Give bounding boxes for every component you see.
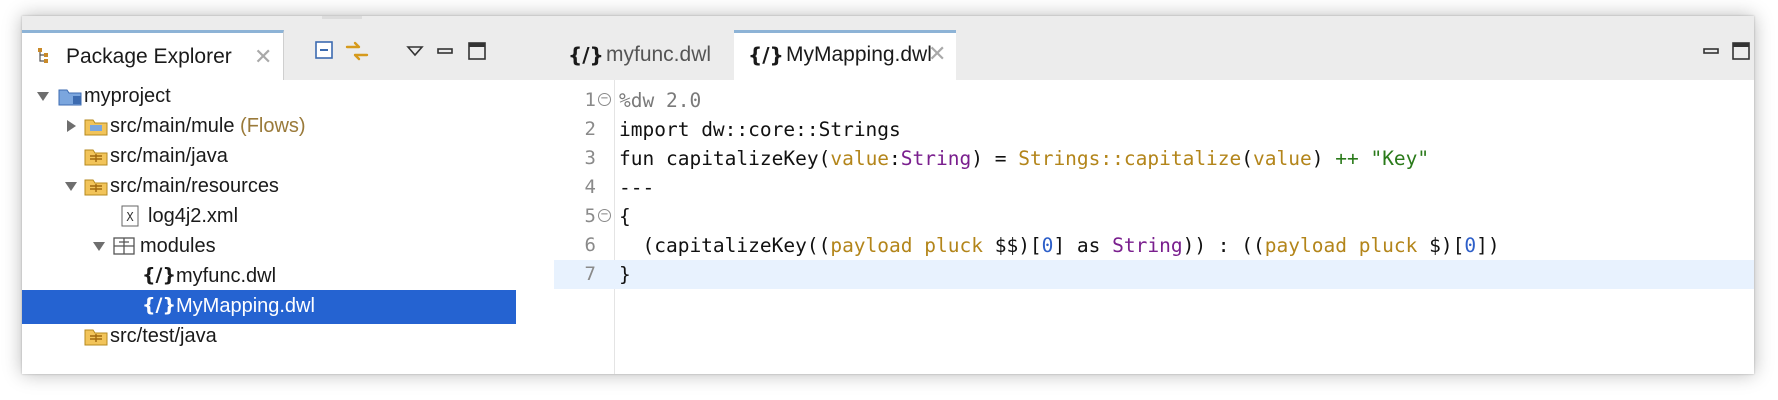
tree-item-myproject[interactable]: myproject bbox=[22, 80, 516, 114]
code-line[interactable]: 2 import dw::core::Strings bbox=[554, 115, 1754, 144]
dwl-file-icon: {/} bbox=[142, 264, 176, 286]
fold-collapse-icon[interactable]: − bbox=[598, 209, 611, 222]
close-icon[interactable]: ✕ bbox=[254, 44, 272, 70]
code-editor[interactable]: 1 − %dw 2.0 2 import dw::core::Strings 3… bbox=[554, 80, 1754, 374]
code-line-current[interactable]: 7 } bbox=[554, 260, 1754, 289]
line-number: 4 bbox=[584, 176, 596, 198]
code-line[interactable]: 4 --- bbox=[554, 173, 1754, 202]
fold-collapse-icon[interactable]: − bbox=[598, 93, 611, 106]
line-number: 6 bbox=[584, 234, 596, 256]
package-explorer-title: Package Explorer bbox=[66, 45, 232, 68]
code-text: --- bbox=[619, 176, 655, 199]
maximize-icon[interactable] bbox=[1728, 38, 1754, 64]
close-icon[interactable]: ✕ bbox=[928, 41, 946, 67]
tree-item-modules[interactable]: modules bbox=[22, 230, 516, 264]
line-number: 5 bbox=[584, 205, 596, 227]
tab-label: myfunc.dwl bbox=[606, 43, 712, 66]
package-explorer-icon bbox=[38, 48, 48, 63]
code-line[interactable]: 1 − %dw 2.0 bbox=[554, 86, 1754, 115]
link-with-editor-icon[interactable] bbox=[344, 38, 370, 64]
tree-item-src-main-mule[interactable]: src/main/mule (Flows) bbox=[22, 110, 516, 144]
ide-window: Package Explorer ✕ myproject src/main/mu… bbox=[22, 16, 1754, 374]
code-text: %dw 2.0 bbox=[619, 89, 702, 112]
package-icon bbox=[113, 237, 135, 255]
code-text: fun capitalizeKey(value:String) = String… bbox=[619, 147, 1430, 170]
dwl-file-icon: {/} bbox=[748, 43, 784, 67]
tree-item-decoration: (Flows) bbox=[234, 115, 306, 137]
code-line[interactable]: 5 − { bbox=[554, 202, 1754, 231]
tree-item-log4j2-xml[interactable]: X log4j2.xml bbox=[22, 200, 516, 234]
source-folder-icon bbox=[84, 179, 108, 196]
dwl-file-icon: {/} bbox=[568, 43, 604, 67]
source-folder-icon bbox=[84, 149, 108, 166]
line-number: 7 bbox=[584, 263, 596, 285]
chevron-down-icon[interactable] bbox=[92, 239, 106, 253]
tree-item-mymapping-dwl[interactable]: {/} MyMapping.dwl bbox=[22, 290, 516, 324]
tree-item-label: src/main/mule (Flows) bbox=[110, 115, 306, 137]
code-line[interactable]: 3 fun capitalizeKey(value:String) = Stri… bbox=[554, 144, 1754, 173]
minimize-icon[interactable] bbox=[432, 38, 458, 64]
line-number: 2 bbox=[584, 118, 596, 140]
tree-item-label: myfunc.dwl bbox=[176, 265, 277, 287]
code-text: { bbox=[619, 205, 631, 228]
package-explorer-view: Package Explorer ✕ myproject src/main/mu… bbox=[22, 16, 555, 374]
maximize-icon[interactable] bbox=[464, 38, 490, 64]
tab-mymapping-dwl[interactable]: {/} MyMapping.dwl ✕ bbox=[734, 30, 956, 80]
source-folder-icon bbox=[84, 119, 108, 136]
code-text: (capitalizeKey((payload pluck $$)[0] as … bbox=[619, 234, 1500, 257]
svg-text:X: X bbox=[126, 210, 134, 224]
line-number: 3 bbox=[584, 147, 596, 169]
tree-item-src-test-java[interactable]: src/test/java bbox=[22, 320, 516, 354]
line-number: 1 bbox=[584, 89, 596, 111]
tab-myfunc-dwl[interactable]: {/} myfunc.dwl bbox=[554, 30, 734, 80]
chevron-right-icon[interactable] bbox=[64, 119, 78, 133]
tree-item-label: myproject bbox=[84, 85, 171, 107]
tree-item-label: MyMapping.dwl bbox=[176, 295, 315, 317]
package-explorer-tab[interactable]: Package Explorer ✕ bbox=[22, 30, 284, 80]
tree-item-src-main-java[interactable]: src/main/java bbox=[22, 140, 516, 174]
code-line[interactable]: 6 (capitalizeKey((payload pluck $$)[0] a… bbox=[554, 231, 1754, 260]
tree-item-label: modules bbox=[140, 235, 216, 257]
tab-label: MyMapping.dwl bbox=[786, 43, 932, 66]
tree-item-myfunc-dwl[interactable]: {/} myfunc.dwl bbox=[22, 260, 516, 294]
code-text: } bbox=[619, 263, 631, 286]
project-icon bbox=[58, 89, 82, 106]
chevron-down-icon[interactable] bbox=[64, 179, 78, 193]
collapse-all-icon[interactable] bbox=[312, 38, 338, 64]
project-tree: myproject src/main/mule (Flows) src/main… bbox=[22, 80, 555, 374]
code-text: import dw::core::Strings bbox=[619, 118, 901, 141]
chevron-down-icon[interactable] bbox=[36, 89, 50, 103]
dwl-file-icon: {/} bbox=[142, 294, 176, 316]
xml-file-icon: X bbox=[121, 205, 139, 227]
source-folder-icon bbox=[84, 329, 108, 346]
minimize-icon[interactable] bbox=[1698, 38, 1724, 64]
view-menu-icon[interactable] bbox=[402, 38, 428, 64]
tree-item-label: src/test/java bbox=[110, 325, 217, 347]
tree-item-label: log4j2.xml bbox=[148, 205, 239, 227]
editor-tab-bar: {/} myfunc.dwl {/} MyMapping.dwl ✕ bbox=[554, 16, 1754, 80]
tree-item-src-main-resources[interactable]: src/main/resources bbox=[22, 170, 516, 204]
tree-item-label: src/main/resources bbox=[110, 175, 279, 197]
tree-item-label: src/main/java bbox=[110, 145, 228, 167]
